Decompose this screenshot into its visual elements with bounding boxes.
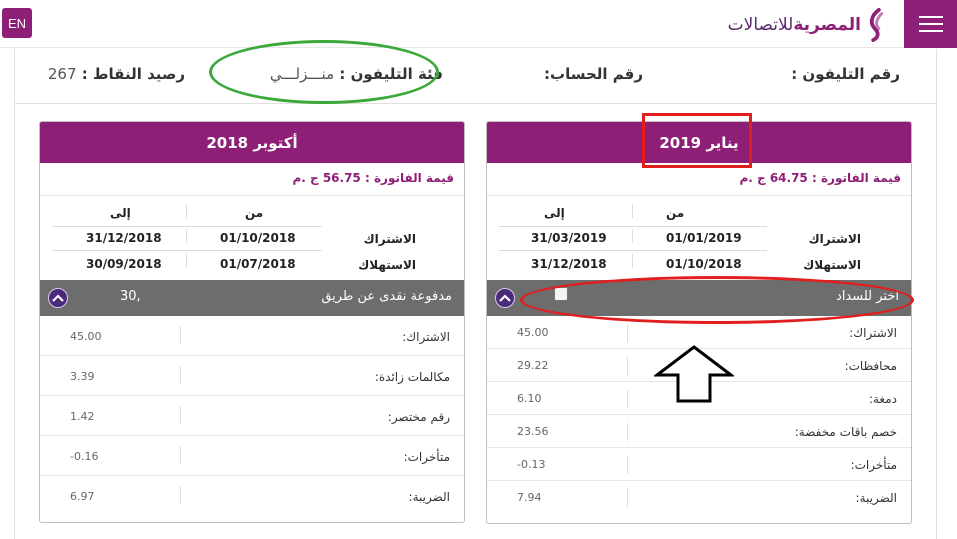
row-usage-label: الاستهلاك — [803, 258, 861, 272]
top-bar: EN المصريةللاتصالات — [0, 0, 957, 48]
col-from-header: من — [666, 206, 685, 220]
logo-text: المصريةللاتصالات — [728, 15, 861, 35]
language-button[interactable]: EN — [2, 8, 32, 38]
chevron-up-icon[interactable] — [48, 288, 68, 308]
col-to-header: إلى — [544, 206, 565, 220]
row-subscription-to: 31/12/2018 — [86, 231, 162, 245]
list-item: رقم مختصر: 1.42 — [40, 396, 464, 436]
row-subscription-label: الاشتراك — [808, 232, 861, 246]
list-item: متأخرات: -0.13 — [487, 448, 911, 481]
logo-text-sub: للاتصالات — [727, 15, 794, 35]
bill-card-october-2018: أكتوبر 2018 قيمة الفاتورة : 56.75 ج .م م… — [39, 121, 465, 523]
red-annotation-oval — [520, 276, 914, 324]
logo-mark-icon — [869, 8, 884, 42]
row-subscription-from: 01/01/2019 — [666, 231, 742, 245]
row-usage-to: 31/12/2018 — [531, 257, 607, 271]
period-table: من إلى الاشتراك 01/10/2018 31/12/2018 ال… — [40, 196, 464, 280]
row-usage-from: 01/07/2018 — [220, 257, 296, 271]
row-usage-label: الاستهلاك — [358, 258, 416, 272]
row-subscription-from: 01/10/2018 — [220, 231, 296, 245]
period-table: من إلى الاشتراك 01/01/2019 31/03/2019 ال… — [487, 196, 911, 280]
list-item: متأخرات: -0.16 — [40, 436, 464, 476]
list-item: الضريبة: 7.94 — [517, 489, 897, 507]
bill-details-list: الاشتراك: 45.00 مكالمات زائدة: 3.39 رقم مخ… — [40, 316, 464, 516]
row-subscription-to: 31/03/2019 — [531, 231, 607, 245]
row-subscription-label: الاشتراك — [363, 232, 416, 246]
list-item: الضريبة: 6.97 — [40, 476, 464, 516]
logo-text-main: المصرية — [793, 15, 861, 35]
account-number-label: رقم الحساب: — [544, 65, 643, 83]
points-balance: رصيد النقاط : 267 — [48, 65, 185, 83]
hamburger-menu-icon[interactable] — [904, 0, 957, 48]
up-arrow-icon — [654, 345, 734, 403]
green-annotation-oval — [209, 40, 439, 104]
list-item: خصم باقات مخفضة: 23.56 — [487, 415, 911, 448]
points-balance-value: 267 — [47, 65, 77, 83]
red-annotation-box — [642, 113, 752, 168]
col-from-header: من — [245, 206, 264, 220]
list-item: مكالمات زائدة: 3.39 — [40, 356, 464, 396]
chevron-up-icon[interactable] — [495, 288, 515, 308]
row-usage-from: 01/10/2018 — [666, 257, 742, 271]
row-usage-to: 30/09/2018 — [86, 257, 162, 271]
logo: المصريةللاتصالات — [728, 6, 887, 44]
paid-cash-label: مدفوعة نقدى عن طريق — [321, 289, 452, 304]
pay-bar: مدفوعة نقدى عن طريق 30, — [40, 280, 464, 316]
phone-number-label: رقم التليفون : — [791, 65, 900, 83]
account-info-strip: رقم التليفون : رقم الحساب: فئة التليفون … — [14, 49, 937, 104]
bill-amount: قيمة الفاتورة : 56.75 ج .م — [40, 163, 464, 196]
list-item: الاشتراك: 45.00 — [40, 316, 464, 356]
bill-card-title: أكتوبر 2018 — [40, 122, 464, 163]
paid-amount: 30, — [120, 289, 141, 304]
points-balance-label: رصيد النقاط : — [81, 65, 185, 83]
col-to-header: إلى — [110, 206, 131, 220]
